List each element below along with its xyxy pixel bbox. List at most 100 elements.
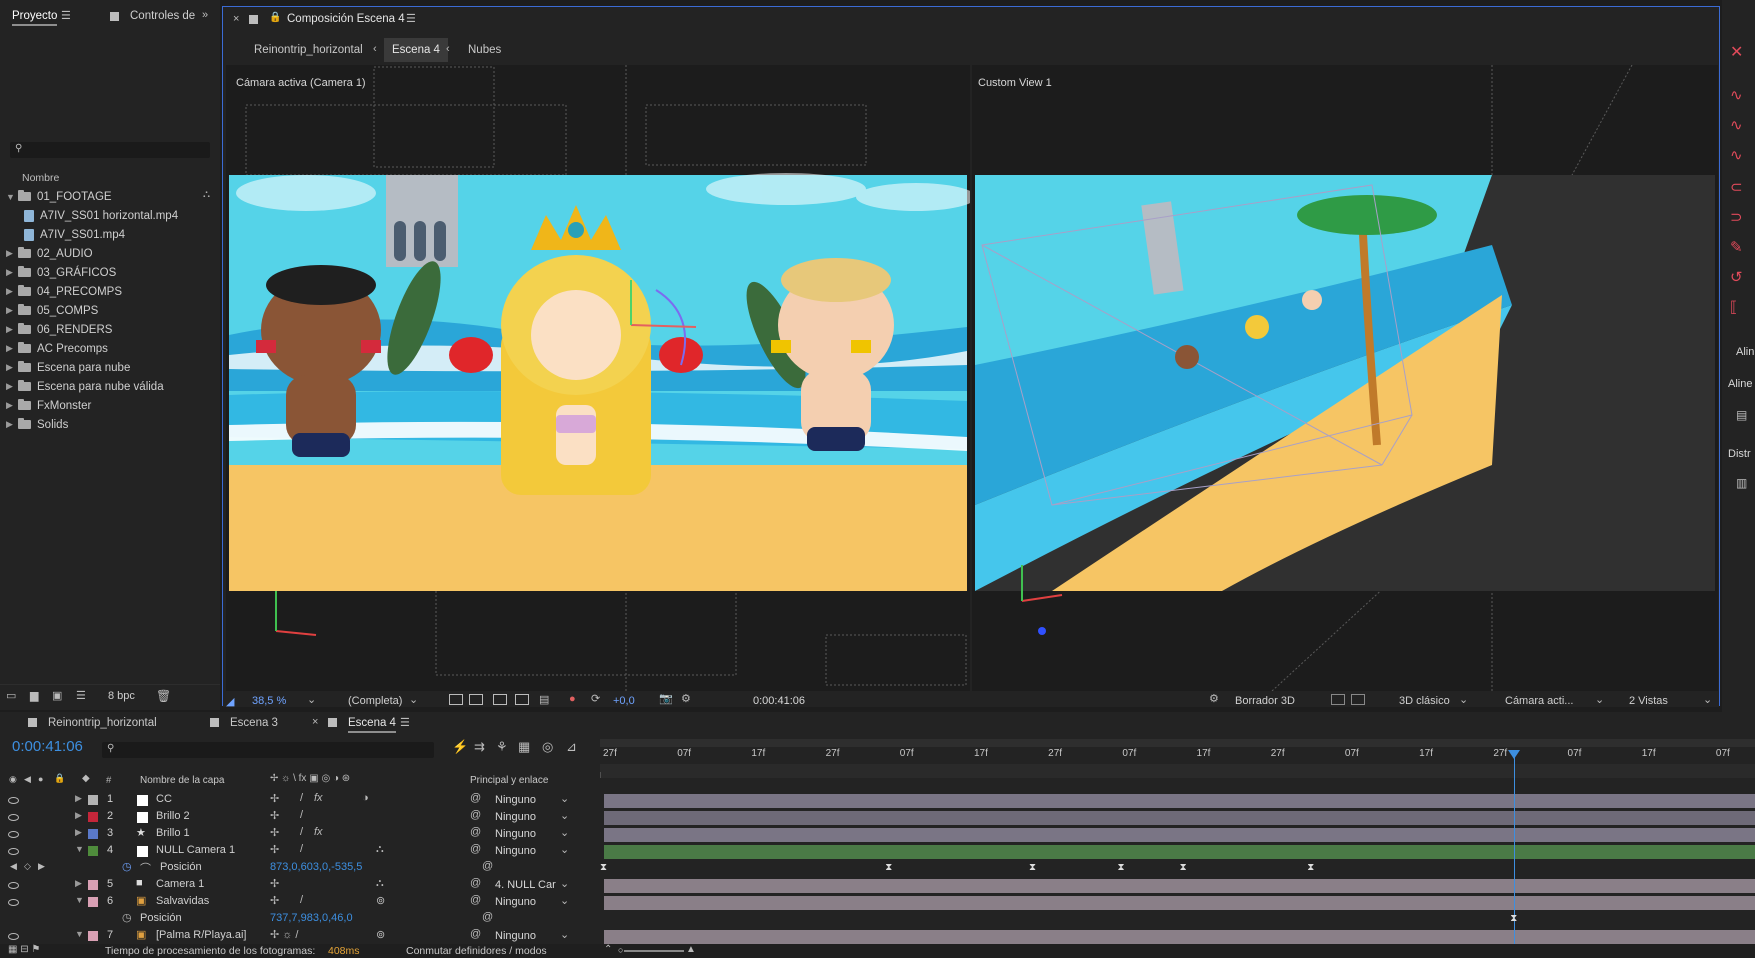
camera-view-dropdown[interactable]: Cámara acti... (1505, 695, 1573, 707)
graph-icon[interactable]: ⌒ (140, 860, 151, 876)
property-row[interactable]: ◷ Posición 737,7,983,0,46,0 @ (0, 911, 600, 928)
keyframe-prev-icon[interactable]: ◀ (10, 861, 17, 872)
layer-row[interactable]: ▼ 6 ▣ Salvavidas ✢ / ⊚ @ Ninguno ⌄ (0, 894, 600, 911)
stopwatch-icon[interactable]: ◷ (122, 911, 132, 924)
parent-dropdown[interactable]: Ninguno (495, 845, 536, 859)
brackets-tool-icon[interactable]: ⟦ (1730, 298, 1737, 316)
fx-switch-icon[interactable]: fx (314, 826, 323, 838)
project-item-folder[interactable]: ▶ 05_COMPS (6, 301, 98, 320)
chevron-right-icon[interactable]: ▶ (6, 362, 16, 373)
chevron-right-icon[interactable]: ▶ (6, 343, 16, 354)
keyframe-marker[interactable]: ⧗ (1029, 862, 1036, 873)
shy-layers-icon[interactable]: ⚘ (496, 739, 508, 755)
eye-icon[interactable] (8, 848, 19, 855)
grid-icon[interactable] (515, 694, 529, 705)
quality-switch-icon[interactable]: / (300, 826, 303, 838)
align-left-icon[interactable]: ▤ (1736, 408, 1747, 422)
project-item-folder[interactable]: ▶ Escena para nube válida (6, 377, 164, 396)
chevron-right-icon[interactable]: ▶ (75, 827, 82, 838)
menu-icon[interactable]: ☰ (400, 716, 410, 729)
keyframe-marker[interactable]: ⧗ (600, 862, 607, 873)
chevron-right-icon[interactable]: ▶ (6, 400, 16, 411)
new-folder-icon[interactable]: ▆ (30, 689, 38, 702)
resolution-dropdown[interactable]: (Completa) (348, 695, 402, 707)
layer-duration-bar[interactable] (604, 879, 1755, 893)
project-item-file[interactable]: A7IV_SS01 horizontal.mp4 (6, 206, 178, 225)
layer-duration-bar[interactable] (604, 794, 1755, 808)
draft-3d-icon[interactable] (1331, 694, 1345, 705)
label-color-swatch[interactable] (88, 829, 98, 839)
quality-switch-icon[interactable]: / (300, 843, 303, 855)
eye-icon[interactable] (8, 814, 19, 821)
3d-layer-icon[interactable]: ⊚ (376, 894, 385, 907)
lock-icon[interactable]: 🔒 (269, 12, 281, 23)
quality-switch-icon[interactable]: / (300, 894, 303, 906)
adjust-icon[interactable]: ☰ (76, 689, 86, 702)
3d-layer-icon[interactable]: ⛬ (376, 843, 384, 856)
chevron-double-right-icon[interactable]: » (202, 9, 208, 21)
pickwhip-icon[interactable]: @ (470, 894, 481, 906)
curve-tool-icon[interactable]: ∿ (1730, 116, 1743, 134)
3d-layer-icon[interactable]: ⊚ (376, 928, 385, 941)
tab-proyecto[interactable]: Proyecto (12, 10, 58, 26)
frame-blending-icon[interactable]: ▦ (518, 739, 530, 755)
curve-tool-icon[interactable]: ∿ (1730, 86, 1743, 104)
zoom-slider[interactable] (624, 950, 684, 952)
close-icon[interactable]: ✕ (1730, 42, 1743, 62)
view-layout-dropdown[interactable]: 2 Vistas (1629, 695, 1668, 707)
hierarchy-icon[interactable]: ⛬ (203, 189, 215, 201)
keyframe-next-icon[interactable]: ▶ (38, 861, 45, 872)
eye-icon[interactable] (8, 831, 19, 838)
shy-switch-icon[interactable]: ✢ (270, 877, 279, 890)
layer-name[interactable]: Brillo 1 (156, 827, 190, 839)
pickwhip-icon[interactable]: @ (470, 877, 481, 889)
chevron-right-icon[interactable]: ▶ (6, 305, 16, 316)
chevron-right-icon[interactable]: ▶ (6, 419, 16, 430)
chevron-right-icon[interactable]: ▶ (6, 286, 16, 297)
layer-row[interactable]: ▼ 4 NULL Camera 1 ✢ / ⛬ @ Ninguno ⌄ (0, 843, 600, 860)
link-tool-icon[interactable]: ⊂ (1730, 178, 1743, 196)
project-item-folder[interactable]: ▶ Escena para nube (6, 358, 130, 377)
parent-dropdown[interactable]: Ninguno (495, 896, 536, 910)
column-layer-name-header[interactable]: Nombre de la capa (140, 775, 225, 786)
layer-duration-bar[interactable] (604, 811, 1755, 825)
layer-duration-bar[interactable] (604, 930, 1755, 944)
menu-icon[interactable]: ☰ (406, 12, 416, 25)
layer-row[interactable]: ▶ 5 ■ Camera 1 ✢ ⛬ @ 4. NULL Car ⌄ (0, 877, 600, 894)
curve-tool-icon[interactable]: ∿ (1730, 146, 1743, 164)
parent-dropdown[interactable]: Ninguno (495, 794, 536, 808)
parent-dropdown[interactable]: Ninguno (495, 811, 536, 825)
keyframe-marker[interactable]: ⧗ (885, 862, 892, 873)
region-of-interest-icon[interactable] (449, 694, 463, 705)
3d-layer-icon[interactable]: ⛬ (376, 877, 384, 890)
chevron-right-icon[interactable]: ▶ (75, 793, 82, 804)
renderer-dropdown[interactable]: Borrador 3D (1235, 695, 1295, 707)
layer-duration-bar[interactable] (604, 896, 1755, 910)
chevron-right-icon[interactable]: ▶ (6, 324, 16, 335)
keyframe-marker[interactable]: ⧗ (1307, 862, 1314, 873)
timeline-tab[interactable]: Escena 3 (230, 717, 278, 729)
column-name-header[interactable]: Nombre (22, 172, 59, 184)
label-color-swatch[interactable] (88, 931, 98, 941)
project-item-folder[interactable]: ▶ 04_PRECOMPS (6, 282, 122, 301)
label-color-swatch[interactable] (88, 812, 98, 822)
loop-tool-icon[interactable]: ↺ (1730, 268, 1743, 286)
project-item-file[interactable]: A7IV_SS01.mp4 (6, 225, 125, 244)
3d-mode-dropdown[interactable]: 3D clásico (1399, 695, 1450, 707)
show-snapshot-icon[interactable]: ⚙ (681, 692, 691, 705)
pickwhip-icon[interactable]: @ (470, 928, 481, 940)
distribute-icon[interactable]: ▥ (1736, 476, 1747, 490)
breadcrumb-item[interactable]: Nubes (468, 44, 501, 56)
bit-depth-button[interactable]: 8 bpc (108, 690, 135, 702)
pickwhip-icon[interactable]: @ (470, 843, 481, 855)
chevron-right-icon[interactable]: ▶ (6, 381, 16, 392)
comp-flowchart-icon[interactable]: ⇉ (474, 739, 485, 755)
work-area-bar[interactable] (600, 739, 1755, 747)
layer-name[interactable]: Salvavidas (156, 895, 209, 907)
viewer-custom-view[interactable]: Custom View 1 (972, 65, 1718, 691)
toggle-icon[interactable]: ◢ (226, 695, 234, 708)
shy-switch-icon[interactable]: ✢ (270, 792, 279, 805)
project-item-folder[interactable]: ▶ FxMonster (6, 396, 91, 415)
shy-switch-icon[interactable]: ✢ (270, 894, 279, 907)
chevron-down-icon[interactable]: ▼ (75, 895, 84, 905)
